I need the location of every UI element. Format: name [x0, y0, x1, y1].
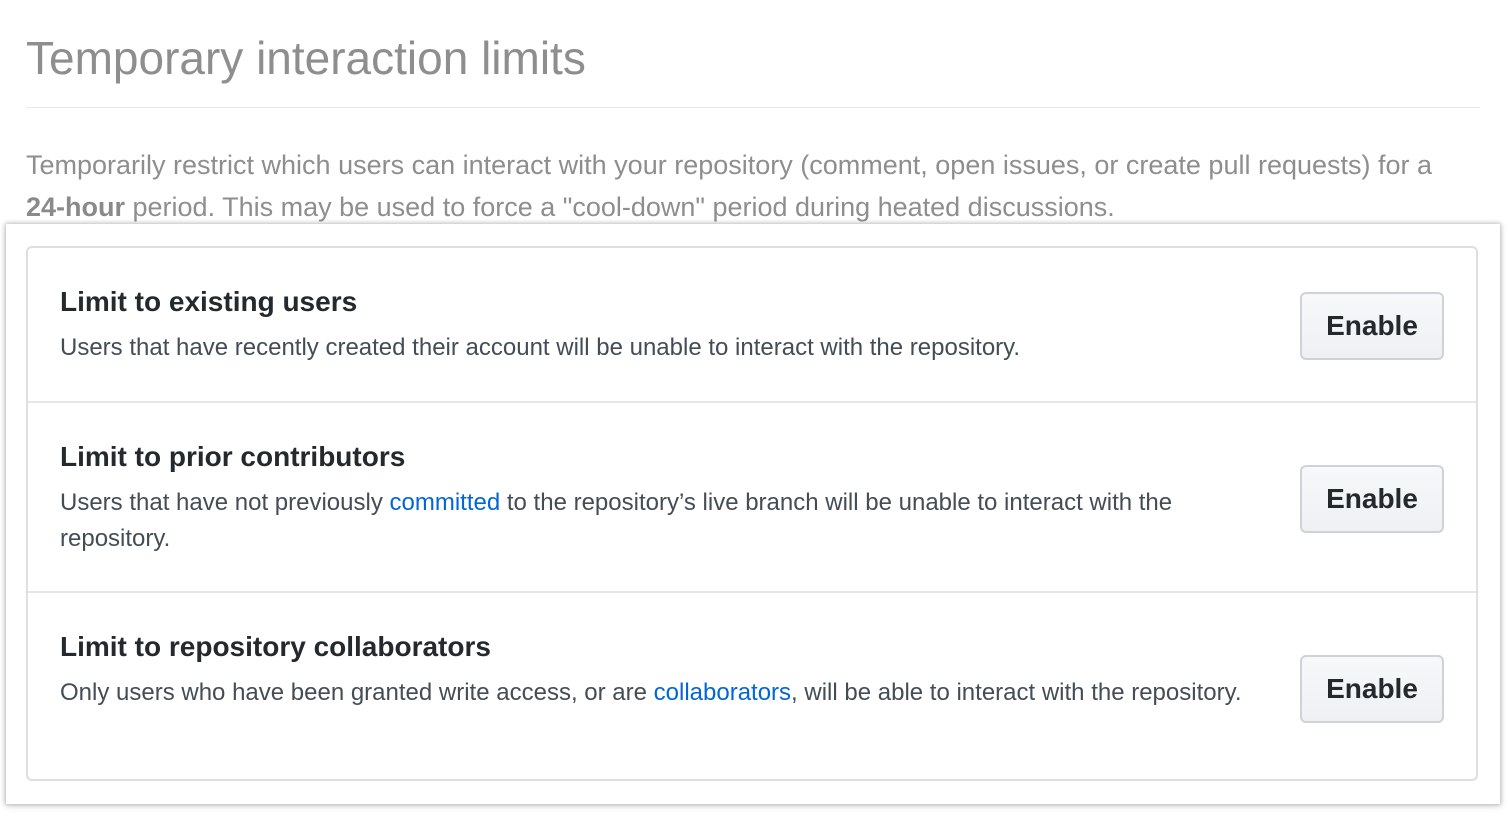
limit-description: Users that have recently created their a…	[60, 330, 1275, 366]
limit-description-text-before: Only users who have been granted write a…	[60, 679, 654, 706]
enable-prior-contributors-button[interactable]: Enable	[1300, 465, 1444, 533]
limit-description-text-before: Users that have not previously	[60, 489, 390, 516]
page-title: Temporary interaction limits	[26, 32, 586, 84]
limits-panel: Limit to existing users Users that have …	[6, 224, 1500, 804]
limit-title: Limit to existing users	[60, 286, 358, 317]
limit-title: Limit to prior contributors	[60, 441, 406, 472]
interaction-limits-page: Temporary interaction limits Temporarily…	[0, 0, 1508, 818]
enable-collaborators-button[interactable]: Enable	[1300, 655, 1444, 723]
title-divider	[26, 107, 1480, 108]
intro-text-after: period. This may be used to force a "coo…	[125, 192, 1115, 222]
limit-description: Users that have not previously committed…	[60, 485, 1275, 557]
limit-title: Limit to repository collaborators	[60, 631, 491, 662]
limit-description: Only users who have been granted write a…	[60, 675, 1275, 711]
intro-text-before: Temporarily restrict which users can int…	[26, 150, 1433, 180]
committed-link[interactable]: committed	[390, 489, 501, 516]
limit-option-collaborators: Limit to repository collaborators Only u…	[28, 591, 1476, 781]
collaborators-link[interactable]: collaborators	[654, 679, 791, 706]
limit-option-prior-contributors: Limit to prior contributors Users that h…	[28, 401, 1476, 592]
limit-description-text: Users that have recently created their a…	[60, 334, 1021, 361]
intro-description: Temporarily restrict which users can int…	[26, 144, 1466, 228]
limit-option-existing-users: Limit to existing users Users that have …	[28, 248, 1476, 402]
limits-box: Limit to existing users Users that have …	[26, 246, 1478, 781]
limit-description-text-after: , will be able to interact with the repo…	[791, 679, 1242, 706]
enable-existing-users-button[interactable]: Enable	[1300, 292, 1444, 360]
intro-duration: 24-hour	[26, 192, 126, 222]
